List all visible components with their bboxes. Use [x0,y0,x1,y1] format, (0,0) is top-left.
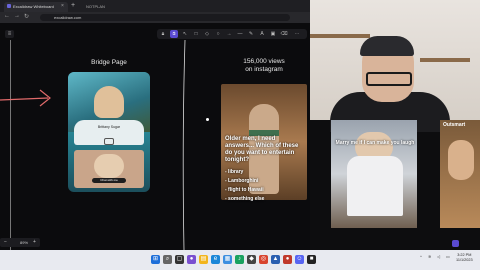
profile-photo [94,86,124,118]
battery-icon[interactable]: ▭ [446,254,450,259]
spotify-icon[interactable]: ♪ [235,255,244,264]
profile-name: Brittany Sugar [97,125,121,129]
volume-icon[interactable]: ◁ [437,254,440,259]
zoom-out-icon[interactable]: − [4,239,7,245]
discord-icon[interactable]: ☺ [295,255,304,264]
chat-icon[interactable]: ● [187,255,196,264]
tiktok-thumbnail-2[interactable] [440,120,480,228]
thumb1-caption: Marry me if I can make you laugh [335,140,415,146]
back-icon[interactable]: ← [4,13,10,19]
arrow-shape[interactable] [0,84,55,114]
app2-icon[interactable]: ▲ [271,255,280,264]
search-icon[interactable]: ⌕ [163,255,172,264]
shelf [310,34,370,38]
option-2: - Lamborghini [225,178,259,184]
edge-icon[interactable]: e [211,255,220,264]
image-icon[interactable]: ▣ [269,30,277,38]
hand-icon[interactable]: ✋︎ [170,30,178,38]
instagram-caption: Older men, I need answers... Which of th… [225,136,299,163]
tray-chevron-icon[interactable]: ^ [420,254,422,259]
option-1: - library [225,169,244,175]
pencil-icon[interactable]: ✎ [247,30,255,38]
views-label: 156,000 views on instagram [243,58,285,73]
shelf [420,58,470,62]
reload-icon[interactable]: ↻ [24,13,29,20]
task-view-icon[interactable]: ▢ [175,255,184,264]
person-cap [360,36,414,56]
diamond-icon[interactable]: ◇ [203,30,211,38]
glasses [366,72,412,86]
rect-icon[interactable]: □ [192,30,200,38]
zoom-level[interactable]: 89% [20,240,28,245]
url-text: excalidraw.com [54,15,82,20]
text-icon[interactable]: A [258,30,266,38]
tab-close-icon[interactable]: × [61,3,64,9]
app-icon[interactable]: ◆ [247,255,256,264]
wifi-icon[interactable]: ≋ [428,254,431,259]
link-icon [104,138,114,145]
clock-date: 11/1/2023 [456,258,473,262]
start-icon[interactable]: ⊞ [151,255,160,264]
eraser-icon[interactable]: ⌫ [280,30,288,38]
zoom-in-icon[interactable]: + [33,239,36,245]
curve-line[interactable] [182,40,186,250]
app4-icon[interactable]: ■ [307,255,316,264]
thumb2-figure [448,140,474,180]
clock[interactable]: 3:22 PM 11/1/2023 [456,253,473,263]
bridge-page-image[interactable] [68,72,150,192]
arrow-icon[interactable]: → [225,30,233,38]
divider-line [10,40,11,250]
cursor-dot [206,118,209,121]
help-icon[interactable] [452,240,459,247]
tab-2-title[interactable]: NOTPLAN [86,4,105,9]
app3-icon[interactable]: ● [283,255,292,264]
option-3: - flight to Hawaii [225,187,264,193]
file-explorer-icon[interactable]: ▤ [199,255,208,264]
thumb2-caption: Outsmart [443,122,466,128]
chrome-icon[interactable]: ◎ [259,255,268,264]
tiktok-thumbnail-1[interactable] [331,120,417,228]
instagram-options: - library - Lamborghini - flight to Hawa… [225,168,305,204]
store-icon[interactable]: ▦ [223,255,232,264]
line-icon[interactable]: — [236,30,244,38]
excalidraw-favicon-icon [7,4,11,8]
more-icon[interactable]: ⋯ [293,30,301,38]
select-icon[interactable]: ↖ [181,30,189,38]
option-4: - something else [225,196,265,202]
main-menu-button[interactable]: ≡ [5,30,14,38]
forward-icon[interactable]: → [14,13,20,19]
ellipse-icon[interactable]: ○ [214,30,222,38]
phone-cta-button: Chat with me [92,178,126,183]
lock-icon[interactable]: 🔒︎ [159,30,167,38]
new-tab-button[interactable]: + [71,2,75,9]
tab-title: Excalidraw Whiteboard [13,4,54,9]
bridge-page-label: Bridge Page [91,59,127,66]
thumb1-hoodie [347,156,403,216]
secondary-face [94,154,124,178]
